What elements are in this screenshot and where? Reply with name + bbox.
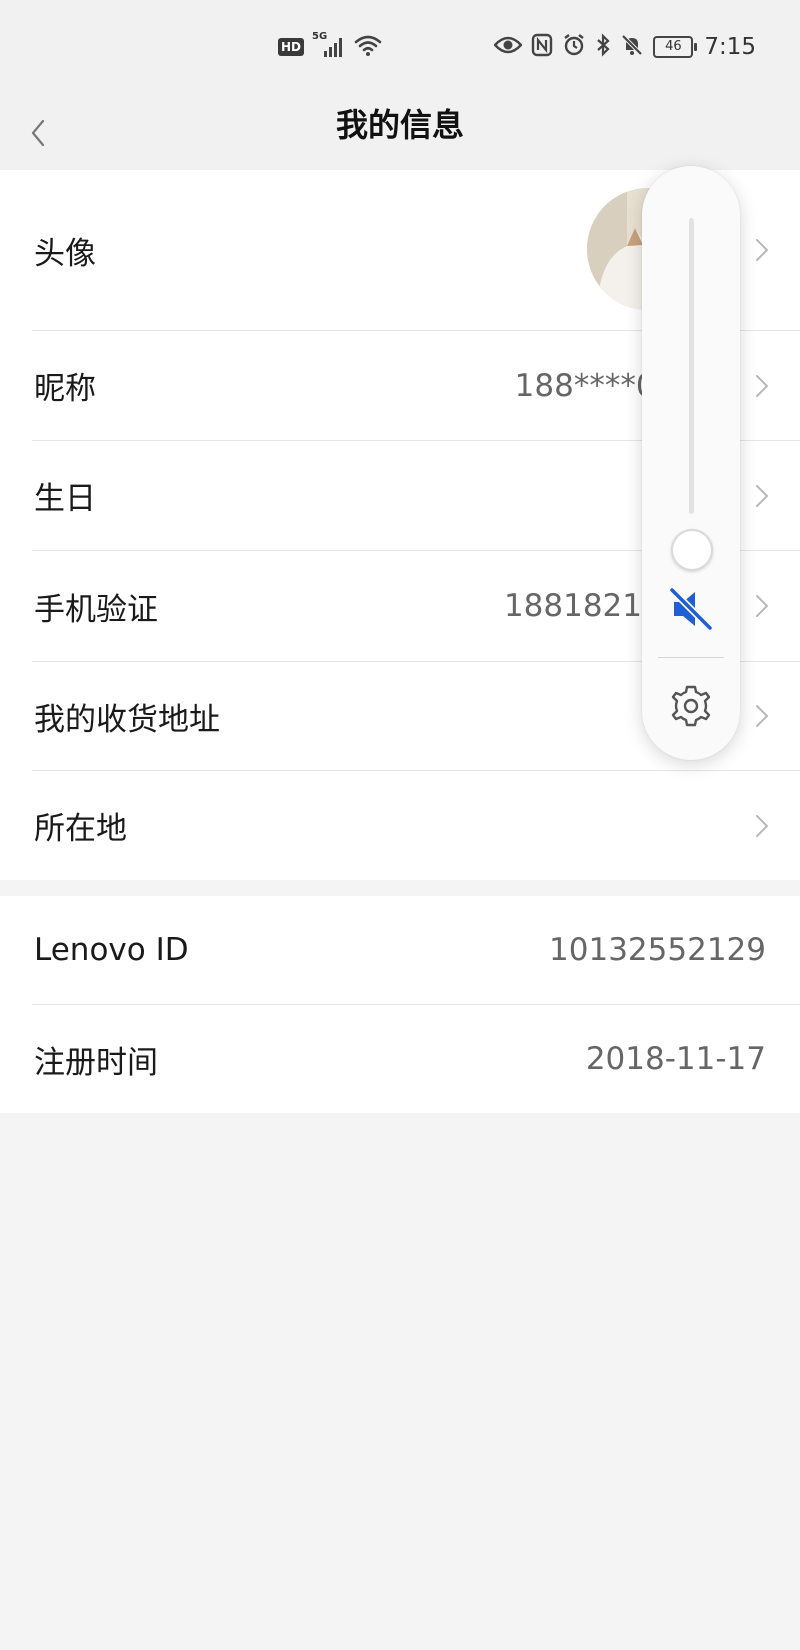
row-register-time: 注册时间 2018-11-17 xyxy=(0,1005,800,1113)
gear-icon xyxy=(671,685,711,727)
volume-panel xyxy=(642,166,740,760)
nav-bar: 我的信息 xyxy=(0,95,800,170)
volume-slider-track[interactable] xyxy=(689,218,694,514)
lenovo-id-value: 10132552129 xyxy=(549,932,766,968)
nfc-icon xyxy=(531,33,553,61)
chevron-right-icon xyxy=(756,239,768,261)
row-location[interactable]: 所在地 xyxy=(0,771,800,880)
battery-indicator: 46 xyxy=(653,36,698,58)
chevron-right-icon xyxy=(756,484,768,507)
wifi-icon xyxy=(354,33,382,61)
alarm-icon xyxy=(562,33,586,61)
mute-icon xyxy=(668,586,714,632)
mute-toggle-button[interactable] xyxy=(662,580,720,638)
chevron-right-icon xyxy=(756,595,768,617)
volume-settings-button[interactable] xyxy=(662,677,720,735)
birthday-label: 生日 xyxy=(34,481,96,517)
register-time-value: 2018-11-17 xyxy=(585,1041,766,1077)
lenovo-id-label: Lenovo ID xyxy=(34,932,189,968)
chevron-right-icon xyxy=(756,705,768,727)
hd-badge: HD xyxy=(278,38,305,56)
nickname-label: 昵称 xyxy=(34,371,96,407)
register-time-label: 注册时间 xyxy=(34,1044,158,1081)
shipping-address-label: 我的收货地址 xyxy=(34,701,220,738)
row-lenovo-id: Lenovo ID 10132552129 xyxy=(0,896,800,1004)
status-bar-left: HD 5G xyxy=(278,31,382,61)
phone-verify-label: 手机验证 xyxy=(34,591,158,628)
avatar-label: 头像 xyxy=(34,235,96,272)
back-arrow-icon xyxy=(31,119,45,147)
phone-value: 1881821 xyxy=(503,588,642,624)
eye-icon xyxy=(493,35,523,59)
volume-slider-thumb[interactable] xyxy=(671,529,713,571)
location-label: 所在地 xyxy=(34,811,127,847)
status-bar: HD 5G 46 7:15 xyxy=(0,0,800,95)
chevron-right-icon xyxy=(756,374,768,397)
chevron-right-icon xyxy=(756,814,768,837)
status-time: 7:15 xyxy=(704,34,756,60)
back-button[interactable] xyxy=(18,109,58,157)
bluetooth-icon xyxy=(595,33,611,61)
bell-off-icon xyxy=(620,33,644,61)
volume-panel-divider xyxy=(658,657,724,658)
signal-icon: 5G xyxy=(312,31,346,59)
account-section: Lenovo ID 10132552129 注册时间 2018-11-17 xyxy=(0,896,800,1113)
page-title: 我的信息 xyxy=(335,106,464,144)
status-bar-right: 46 7:15 xyxy=(493,32,756,62)
